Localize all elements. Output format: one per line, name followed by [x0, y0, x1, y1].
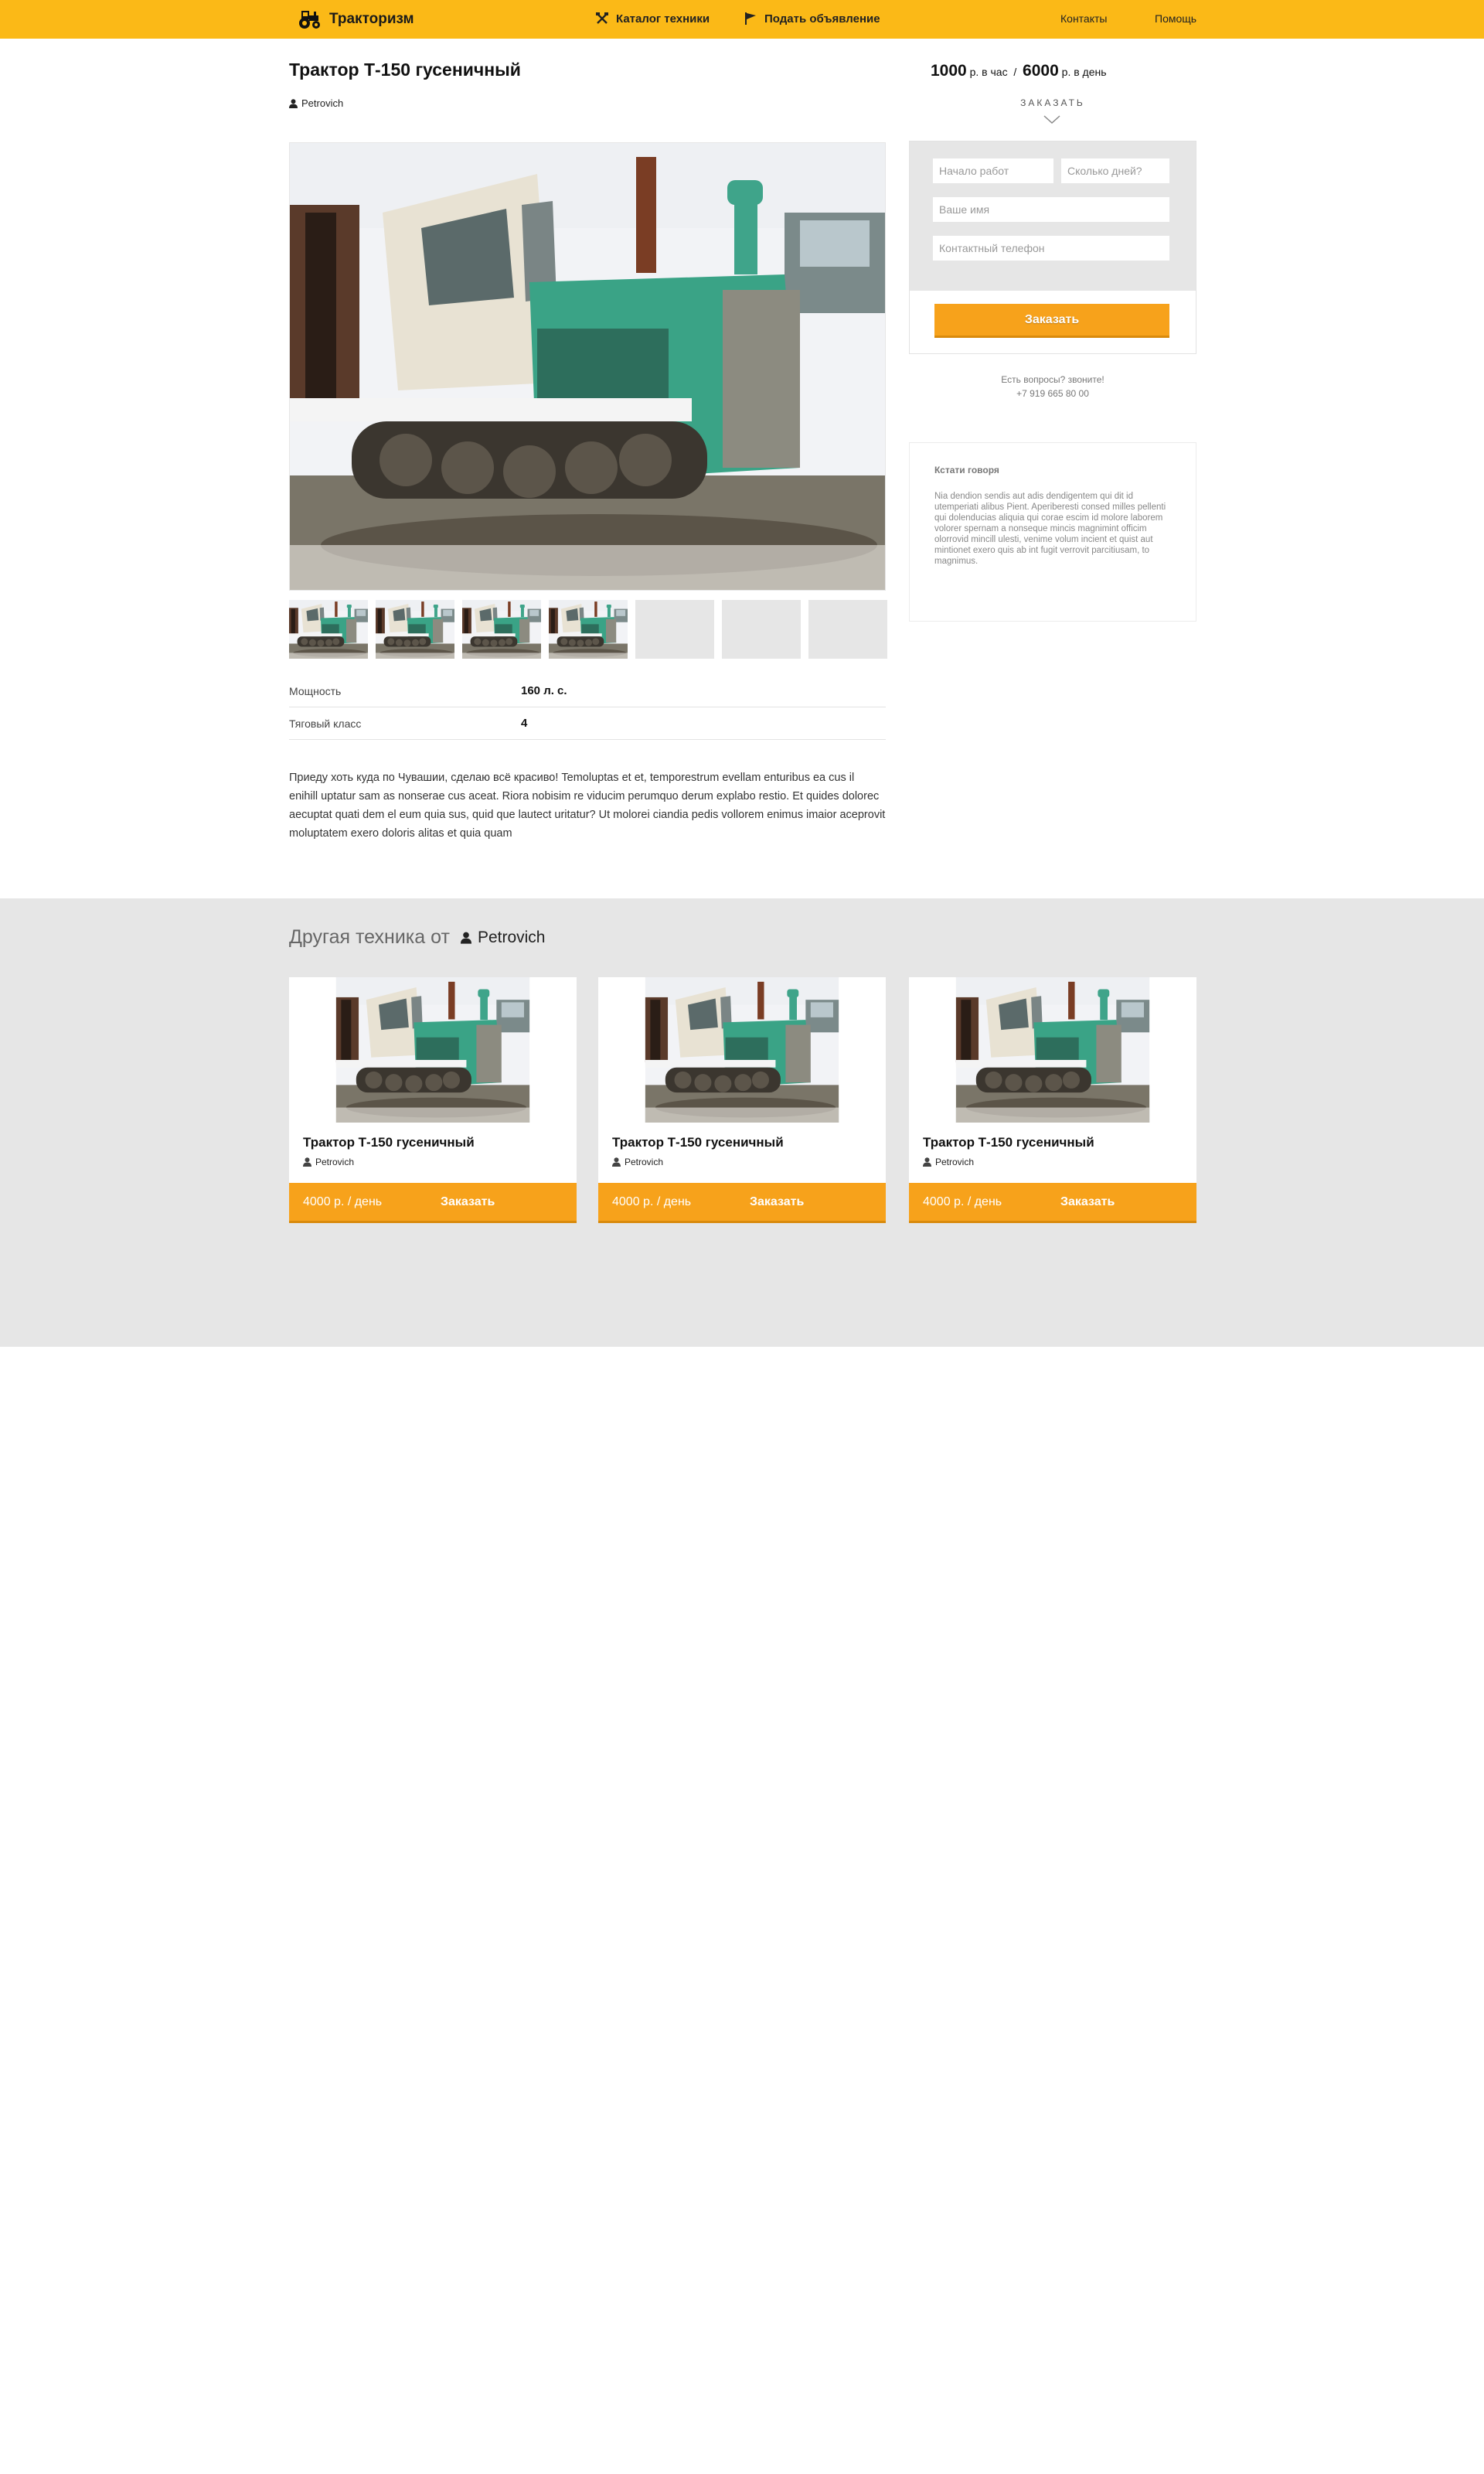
- info-text: Nia dendion sendis aut adis dendigentem …: [934, 492, 1166, 566]
- spec-row-power: Мощность 160 л. с.: [289, 675, 886, 707]
- thumbnail-2[interactable]: [376, 600, 454, 659]
- card-author-name: Petrovich: [935, 1157, 975, 1167]
- card-action-bar: 4000 р. / день Заказать: [598, 1183, 886, 1223]
- card-author-name: Petrovich: [625, 1157, 664, 1167]
- person-icon: [612, 1157, 621, 1167]
- thumbnail-empty: [722, 600, 801, 659]
- section-title: Другая техника от Petrovich: [289, 926, 546, 949]
- card-price: 4000 р. / день: [923, 1195, 1002, 1208]
- card-action-bar: 4000 р. / день Заказать: [909, 1183, 1196, 1223]
- top-navigation-bar: Тракторизм Каталог техники Подать объявл…: [0, 0, 1484, 39]
- card-photo: [909, 977, 1196, 1123]
- equipment-card[interactable]: Трактор Т-150 гусеничный Petrovich 4000 …: [598, 977, 886, 1223]
- section-title-text: Другая техника от: [289, 926, 450, 948]
- start-date-input[interactable]: [933, 158, 1053, 183]
- thumbnail-3[interactable]: [462, 600, 541, 659]
- contact-question: Есть вопросы? звоните!: [1001, 374, 1104, 385]
- name-input[interactable]: [933, 197, 1169, 222]
- nav-post-ad-label: Подать объявление: [764, 12, 880, 26]
- chevron-down-icon: [1043, 115, 1060, 124]
- order-label: ЗАКАЗАТЬ: [1020, 97, 1085, 108]
- card-order-button[interactable]: Заказать: [750, 1195, 804, 1209]
- order-button[interactable]: Заказать: [934, 304, 1169, 338]
- info-box: Кстати говоря Nia dendion sendis aut adi…: [909, 442, 1196, 622]
- tractor-photo: [290, 143, 886, 591]
- card-order-button[interactable]: Заказать: [441, 1195, 495, 1209]
- info-title: Кстати говоря: [934, 465, 999, 475]
- contact-phone[interactable]: +7 919 665 80 00: [909, 387, 1196, 400]
- card-title[interactable]: Трактор Т-150 гусеничный: [303, 1135, 475, 1150]
- equipment-card[interactable]: Трактор Т-150 гусеничный Petrovich 4000 …: [289, 977, 577, 1223]
- card-title[interactable]: Трактор Т-150 гусеничный: [612, 1135, 784, 1150]
- thumbnail-1[interactable]: [289, 600, 368, 659]
- card-author[interactable]: Petrovich: [303, 1157, 354, 1167]
- nav-catalog-link[interactable]: Каталог техники: [595, 12, 710, 26]
- order-form: Заказать: [909, 141, 1196, 354]
- card-author-name: Petrovich: [315, 1157, 355, 1167]
- listing-author[interactable]: Petrovich: [289, 97, 343, 109]
- price-day: 6000: [1023, 62, 1059, 80]
- listing-title: Трактор Т-150 гусеничный: [289, 60, 521, 80]
- card-action-bar: 4000 р. / день Заказать: [289, 1183, 577, 1223]
- listing-description: Приеду хоть куда по Чувашии, сделаю всё …: [289, 772, 886, 840]
- card-author[interactable]: Petrovich: [923, 1157, 974, 1167]
- card-image[interactable]: [909, 977, 1196, 1123]
- thumbnail-image: [549, 600, 628, 659]
- listing-author-name: Petrovich: [301, 97, 344, 109]
- person-icon: [460, 932, 471, 944]
- card-price: 4000 р. / день: [303, 1195, 383, 1208]
- spec-value: 4: [521, 717, 528, 730]
- price-separator: /: [1013, 66, 1017, 78]
- card-photo: [598, 977, 886, 1123]
- phone-input[interactable]: [933, 236, 1169, 261]
- logo-text: Тракторизм: [329, 11, 414, 27]
- person-icon: [923, 1157, 931, 1167]
- card-image[interactable]: [289, 977, 577, 1123]
- nav-contacts-link[interactable]: Контакты: [1060, 12, 1107, 25]
- price-day-unit: р. в день: [1061, 66, 1107, 78]
- card-image[interactable]: [598, 977, 886, 1123]
- section-owner-name: Petrovich: [477, 928, 546, 946]
- price-hour: 1000: [931, 62, 967, 80]
- thumbnail-image: [289, 600, 368, 659]
- tools-icon: [596, 12, 608, 24]
- spec-label: Мощность: [289, 684, 342, 697]
- thumbnail-empty: [808, 600, 887, 659]
- card-author[interactable]: Petrovich: [612, 1157, 663, 1167]
- nav-post-ad-link[interactable]: Подать объявление: [744, 12, 880, 26]
- thumbnail-4[interactable]: [549, 600, 628, 659]
- main-photo[interactable]: [289, 142, 886, 591]
- card-title[interactable]: Трактор Т-150 гусеничный: [923, 1135, 1094, 1150]
- thumbnail-empty: [635, 600, 714, 659]
- other-equipment-section: Другая техника от Petrovich Трактор Т-15…: [0, 898, 1484, 1347]
- spec-row-traction-class: Тяговый класс 4: [289, 707, 886, 740]
- days-count-input[interactable]: [1061, 158, 1169, 183]
- nav-catalog-label: Каталог техники: [616, 12, 710, 26]
- contact-info: Есть вопросы? звоните! +7 919 665 80 00: [909, 373, 1196, 400]
- card-price: 4000 р. / день: [612, 1195, 692, 1208]
- person-icon: [289, 98, 298, 108]
- site-logo[interactable]: Тракторизм: [297, 9, 414, 29]
- section-owner[interactable]: Petrovich: [460, 928, 546, 947]
- thumbnail-image: [462, 600, 541, 659]
- tractor-icon: [299, 11, 320, 29]
- spec-label: Тяговый класс: [289, 717, 362, 730]
- card-photo: [289, 977, 577, 1123]
- nav-help-link[interactable]: Помощь: [1155, 12, 1196, 25]
- equipment-card[interactable]: Трактор Т-150 гусеничный Petrovich 4000 …: [909, 977, 1196, 1223]
- card-order-button[interactable]: Заказать: [1060, 1195, 1115, 1209]
- person-icon: [303, 1157, 311, 1167]
- price-hour-unit: р. в час: [969, 66, 1008, 78]
- flag-icon: [745, 12, 756, 25]
- thumbnail-image: [376, 600, 454, 659]
- price-summary: 1000 р. в час / 6000 р. в день: [931, 62, 1107, 80]
- spec-value: 160 л. с.: [521, 684, 567, 697]
